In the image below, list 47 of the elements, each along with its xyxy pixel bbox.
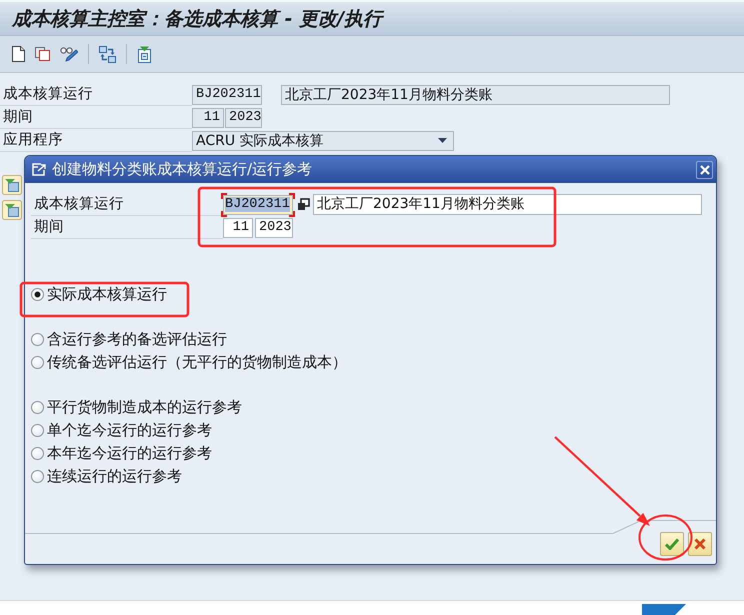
layout-icon[interactable] — [2, 200, 22, 220]
confirm-button[interactable] — [660, 532, 684, 556]
clipboard-icon[interactable] — [137, 46, 152, 62]
input-field[interactable]: BJ202311 — [221, 192, 295, 216]
window-title: 成本核算主控室：备选成本核算 - 更改/执行 — [12, 6, 382, 32]
input-field[interactable]: 11 — [223, 218, 253, 238]
radio-label[interactable]: 实际成本核算运行 — [47, 285, 167, 304]
radio-button[interactable] — [31, 288, 44, 301]
logo-icon — [642, 604, 686, 615]
radio-label[interactable]: 平行货物制造成本的运行参考 — [47, 398, 242, 417]
annotation-circle — [638, 514, 692, 560]
radio-button[interactable] — [31, 401, 44, 414]
input-field[interactable]: 北京工厂2023年11月物料分类账 — [281, 84, 670, 104]
input-field[interactable]: BJ202311 — [192, 84, 262, 104]
field-label: 成本核算运行 — [0, 83, 192, 106]
copy-icon[interactable] — [35, 47, 50, 61]
radio-label[interactable]: 连续运行的运行参考 — [47, 467, 182, 486]
layout-icon[interactable] — [2, 175, 22, 195]
cross-icon — [694, 538, 706, 550]
window-icon — [32, 163, 47, 176]
input-field[interactable]: 2023 — [255, 218, 293, 238]
dialog-title: 创建物料分类账成本核算运行/运行参考 — [52, 160, 314, 179]
radio-button[interactable] — [31, 470, 44, 483]
radio-label[interactable]: 传统备选评估运行（无平行的货物制造成本） — [47, 353, 347, 372]
radio-label[interactable]: 含运行参考的备选评估运行 — [47, 330, 227, 349]
radio-label[interactable]: 单个迄今运行的运行参考 — [47, 421, 212, 440]
caret-icon — [438, 138, 447, 143]
radio-button[interactable] — [31, 424, 44, 437]
input-field[interactable]: 2023 — [225, 108, 262, 128]
field-label: 应用程序 — [0, 129, 192, 152]
radio-button[interactable] — [31, 447, 44, 460]
close-icon — [700, 164, 710, 174]
dropdown[interactable]: ACRU 实际成本核算 — [192, 130, 454, 150]
input-field[interactable]: 11 — [192, 108, 224, 128]
radio-label[interactable]: 本年迄今运行的运行参考 — [47, 444, 212, 463]
arrows-boxes-icon[interactable] — [99, 46, 116, 62]
field-label: 期间 — [0, 106, 192, 129]
radio-button[interactable] — [31, 356, 44, 369]
squares-icon[interactable] — [297, 198, 310, 211]
input-field[interactable]: 北京工厂2023年11月物料分类账 — [313, 194, 702, 215]
check-icon — [665, 538, 679, 550]
cancel-button[interactable] — [688, 532, 712, 556]
close-button[interactable] — [696, 160, 713, 178]
radio-button[interactable] — [31, 333, 44, 346]
glasses-pencil-icon[interactable] — [60, 46, 78, 62]
field-label: 期间 — [31, 216, 223, 239]
document-icon[interactable] — [12, 46, 25, 62]
